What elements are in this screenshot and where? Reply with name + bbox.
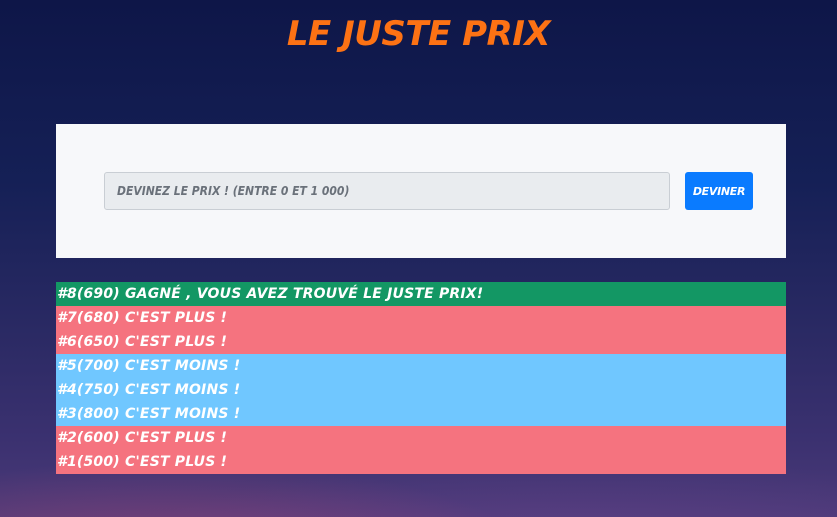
guess-history-list: #8(690) Gagné , vous avez trouvé le just… — [56, 282, 786, 474]
history-item-moins: #5(700) C'est moins ! — [56, 354, 786, 378]
history-item-moins: #4(750) C'est moins ! — [56, 378, 786, 402]
guess-form: Deviner — [56, 124, 786, 258]
history-item-plus: #2(600) C'est plus ! — [56, 426, 786, 450]
history-item-plus: #6(650) C'est plus ! — [56, 330, 786, 354]
page-title: LE JUSTE PRIX — [286, 14, 551, 54]
guess-input[interactable] — [104, 172, 670, 210]
history-item-plus: #1(500) C'est plus ! — [56, 450, 786, 474]
page: { "app": { "title": "LE JUSTE PRIX" }, "… — [0, 0, 837, 517]
guess-button[interactable]: Deviner — [685, 172, 753, 210]
history-item-plus: #7(680) C'est plus ! — [56, 306, 786, 330]
history-item-moins: #3(800) C'est moins ! — [56, 402, 786, 426]
history-item-win: #8(690) Gagné , vous avez trouvé le just… — [56, 282, 786, 306]
